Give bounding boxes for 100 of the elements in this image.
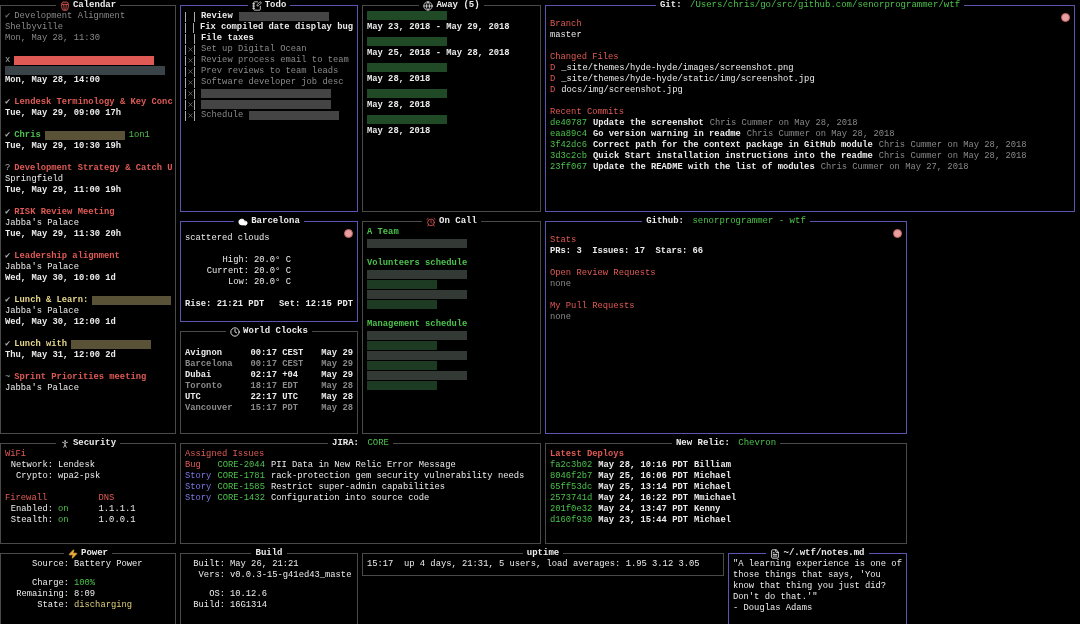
check-x-icon xyxy=(186,112,194,119)
todo-text: Review xyxy=(201,11,233,22)
checkbox[interactable] xyxy=(185,110,195,121)
checkbox[interactable] xyxy=(185,33,195,44)
field-label: Vers: xyxy=(197,570,225,581)
schedule-name: A Team xyxy=(367,227,400,238)
file-status: D xyxy=(550,63,556,74)
deploy-time: May 25, 13:14 PDT xyxy=(598,482,688,493)
commit-message: Update the README with the list of modules xyxy=(592,162,815,173)
deploy-sha: d160f930 xyxy=(550,515,593,526)
file-status: D xyxy=(550,74,556,85)
todo-text: Fix compiled date display bug xyxy=(199,22,353,33)
event-title: RISK Review Meeting xyxy=(14,207,115,218)
lightning-icon xyxy=(68,549,78,559)
field-label: Remaining: xyxy=(15,589,69,600)
field-value: Battery Power xyxy=(74,559,144,570)
deploy-time: May 24, 13:47 PDT xyxy=(598,504,688,515)
commit-sha: 3f42dc6 xyxy=(550,140,587,151)
todo-text: Review process email to team xyxy=(201,55,349,66)
field-value: 16G1314 xyxy=(230,600,268,611)
event-location: Shelbyville xyxy=(5,22,65,33)
checkbox[interactable] xyxy=(185,11,195,22)
clock-time: 00:17 CEST xyxy=(250,348,304,359)
commit-sha: eaa89c4 xyxy=(550,129,587,140)
event-location: Jabba's Palace xyxy=(5,218,80,229)
event-title: Lendesk Terminology & Key Conc xyxy=(14,97,173,108)
event-location: Springfield xyxy=(5,174,65,185)
panel-title-highlight: senorprogrammer - wtf xyxy=(692,217,806,227)
note-author: - Douglas Adams xyxy=(733,603,813,613)
commit-author: Chris Cummer on May 28, 2018 xyxy=(878,151,1027,162)
clock-date: May 28 xyxy=(321,381,353,392)
commit-author: Chris Cummer on May 27, 2018 xyxy=(820,162,969,173)
section-value: none xyxy=(550,279,573,290)
check-x-icon xyxy=(186,46,194,53)
section-heading: Branch xyxy=(550,19,583,30)
dns-server: 1.0.0.1 xyxy=(98,515,136,526)
status-mark: ✔ xyxy=(5,251,11,262)
globe-icon xyxy=(423,1,434,11)
check-x-icon xyxy=(186,79,194,86)
checkbox[interactable] xyxy=(185,44,195,55)
event-location: Jabba's Palace xyxy=(5,306,80,317)
section-heading: My Pull Requests xyxy=(550,301,636,312)
issue-summary: Restrict super-admin capabilities xyxy=(270,482,447,493)
field-value: Lendesk xyxy=(58,460,96,471)
temp-label: Current: xyxy=(205,266,249,277)
clock-time: 00:17 CEST xyxy=(250,359,304,370)
panel-title: ~/.wtf/notes.md xyxy=(783,549,865,559)
schedule-name: Management schedule xyxy=(367,319,469,330)
commit-author: Chris Cummer on May 28, 2018 xyxy=(878,140,1027,151)
deploy-user: Mmichael xyxy=(694,493,737,504)
event-location: Jabba's Palace xyxy=(5,262,80,273)
clock-icon xyxy=(230,327,241,337)
status-mark: ✔ xyxy=(5,97,11,108)
deploy-time: May 25, 16:06 PDT xyxy=(598,471,688,482)
issue-key: CORE-1432 xyxy=(217,493,265,504)
checkbox[interactable] xyxy=(185,88,195,99)
checkbox[interactable] xyxy=(185,66,195,77)
status-mark: x xyxy=(5,55,11,66)
checkbox[interactable] xyxy=(185,55,195,66)
notepad-icon xyxy=(251,1,262,11)
todo-text: File taxes xyxy=(201,33,254,44)
status-mark: ~ xyxy=(5,372,11,383)
deploy-user: Michael xyxy=(694,515,731,526)
issue-type: Bug xyxy=(185,460,202,471)
event-title: Leadership alignment xyxy=(14,251,120,262)
field-label: Source: xyxy=(31,559,69,570)
field-label: Crypto: xyxy=(15,471,53,482)
panel-title: uptime xyxy=(526,549,560,559)
avatar-icon xyxy=(893,229,902,238)
away-dates: May 28, 2018 xyxy=(367,100,432,111)
checkbox[interactable] xyxy=(185,77,195,88)
issue-key: CORE-1781 xyxy=(217,471,265,482)
issue-summary: PII Data in New Relic Error Message xyxy=(270,460,457,471)
event-title: Lunch & Learn: xyxy=(14,295,89,306)
status-mark: ? xyxy=(5,163,11,174)
section-heading: Assigned Issues xyxy=(185,449,265,459)
checkbox[interactable] xyxy=(185,99,195,110)
deploy-time: May 23, 15:44 PDT xyxy=(598,515,688,526)
field-value: on xyxy=(58,515,69,526)
document-icon xyxy=(770,549,781,559)
issue-type: Story xyxy=(185,493,212,504)
deploy-user: Billiam xyxy=(694,460,731,471)
event-title: Sprint Priorities meeting xyxy=(14,372,147,383)
issue-summary: rack-protection gem security vulnerability needs xyxy=(270,471,525,482)
popcorn-icon xyxy=(59,1,70,11)
event-title-suffix: 1on1 xyxy=(128,130,150,141)
checkbox[interactable] xyxy=(185,22,194,33)
field-label: Charge: xyxy=(31,577,69,589)
field-value: wpa2-psk xyxy=(58,471,102,482)
field-label: Network: xyxy=(9,460,53,471)
check-x-icon xyxy=(186,68,194,75)
event-title: Development Alignment xyxy=(14,11,126,22)
issue-type: Story xyxy=(185,482,212,493)
panel-title: Git: xyxy=(659,1,683,11)
temp-value: 20.0° C xyxy=(254,255,291,266)
field-value: on xyxy=(58,504,69,515)
event-time: Tue, May 29, 10:30 19h xyxy=(5,141,123,152)
todo-text: Software developer job desc xyxy=(201,77,344,88)
field-label: Build: xyxy=(192,600,225,611)
event-title: Development Strategy & Catch U xyxy=(14,163,173,174)
